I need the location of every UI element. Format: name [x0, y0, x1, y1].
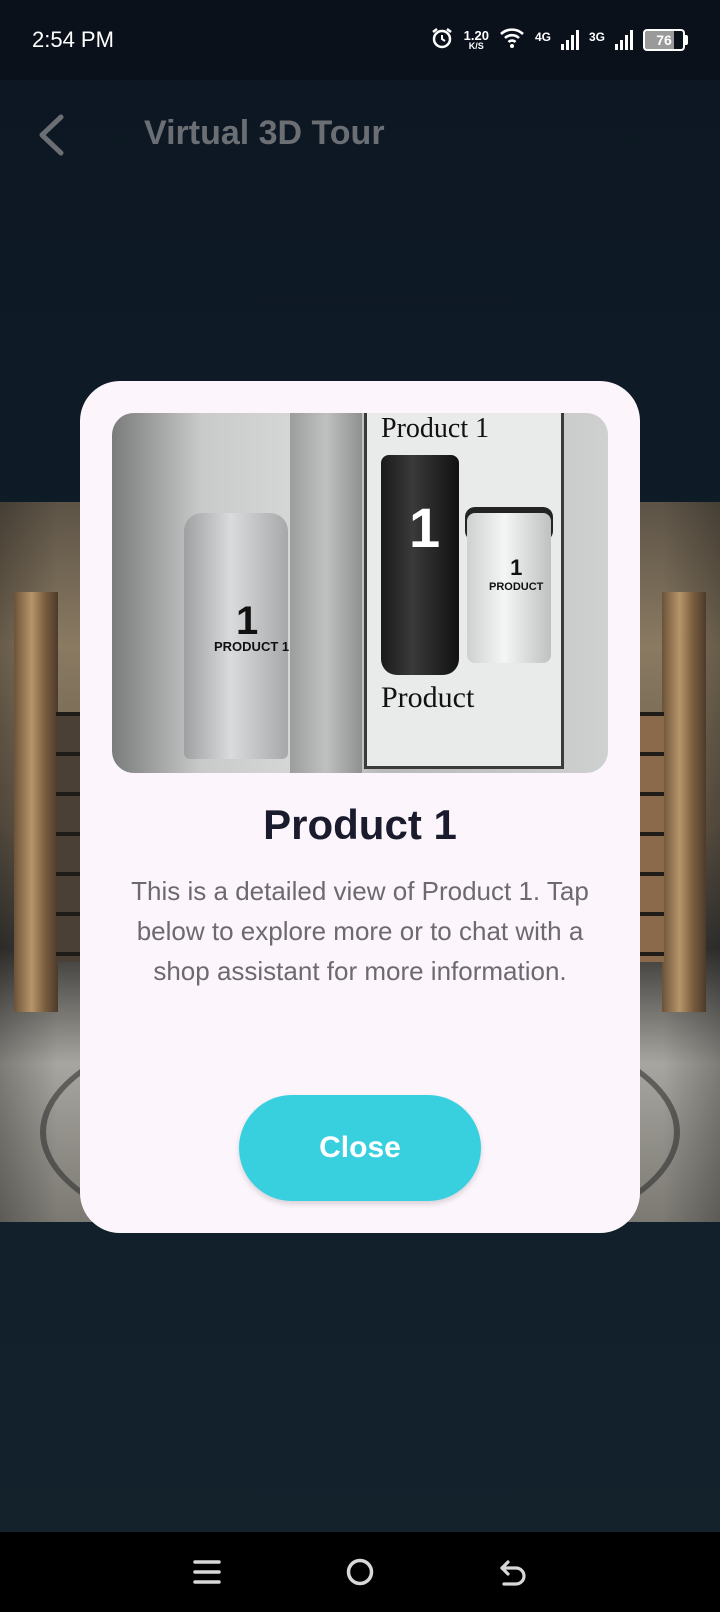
shelf-left: [56, 712, 82, 962]
network-speed-unit: K/S: [468, 41, 484, 51]
box-title: Product 1: [381, 413, 490, 444]
wifi-icon: [499, 27, 525, 54]
jar-number: 1: [510, 555, 523, 580]
bottle-number: 1: [236, 599, 259, 643]
box-bottom-text: Product: [381, 681, 475, 714]
app-bar: Virtual 3D Tour: [0, 80, 720, 190]
close-button[interactable]: Close: [239, 1095, 481, 1201]
sim1-network-type: 4G: [534, 29, 551, 44]
status-bar: 2:54 PM 1.20 K/S 4G 3G 76: [0, 0, 720, 80]
tube-number: 1: [409, 496, 441, 559]
alarm-icon: [430, 26, 454, 55]
sim2-signal-icon: [615, 30, 633, 50]
jar-text: 1 PRODUCT: [489, 555, 543, 593]
home-circle-icon: [346, 1558, 374, 1586]
menu-icon: [192, 1560, 221, 1584]
jar-label: PRODUCT: [489, 581, 544, 593]
status-icons: 1.20 K/S 4G 3G 76: [430, 26, 688, 55]
bottle-label: PRODUCT 1: [214, 639, 290, 654]
product-dialog: 1 PRODUCT 1 Product 1 1 1 PRODUCT Produc…: [80, 381, 640, 1233]
battery-icon: 76: [643, 29, 688, 51]
recents-button[interactable]: [177, 1542, 237, 1602]
sim2-network-type: 3G: [588, 29, 605, 44]
image-box: Product 1 1 1 PRODUCT Product: [364, 413, 564, 769]
sim1-signal-icon: [560, 30, 579, 50]
page-title: Virtual 3D Tour: [144, 114, 385, 152]
network-speed: 1.20 K/S: [464, 29, 489, 51]
battery-level: 76: [643, 29, 685, 51]
image-tube: 1: [381, 455, 459, 675]
back-arrow-icon: [39, 114, 64, 156]
status-time: 2:54 PM: [32, 27, 114, 52]
home-button[interactable]: [330, 1542, 390, 1602]
back-nav-button[interactable]: [483, 1542, 543, 1602]
back-button[interactable]: [26, 108, 76, 162]
dialog-description: This is a detailed view of Product 1. Ta…: [131, 876, 589, 986]
product-image: 1 PRODUCT 1 Product 1 1 1 PRODUCT Produc…: [112, 413, 608, 773]
image-panel: [290, 413, 362, 773]
pillar-right: [662, 592, 706, 1012]
pillar-left: [14, 592, 58, 1012]
system-nav-bar: [0, 1532, 720, 1612]
back-gesture-icon: [500, 1560, 526, 1586]
shelf-right: [638, 712, 664, 962]
dialog-title: Product 1: [263, 801, 457, 848]
